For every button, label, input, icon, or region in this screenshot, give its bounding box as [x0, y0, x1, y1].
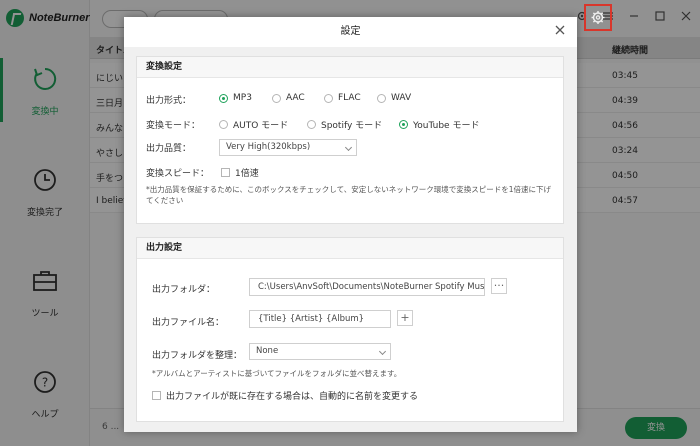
conversion-mode-label: 変換モード： — [146, 121, 201, 131]
output-settings-panel: 出力設定 出力フォルダ： C:\Users\AnvSoft\Documents\… — [136, 237, 564, 422]
radio-icon — [324, 93, 333, 103]
organize-folder-value: None — [256, 346, 279, 356]
output-folder-label: 出力フォルダ： — [152, 285, 216, 295]
conversion-settings-heading: 変換設定 — [137, 57, 563, 78]
format-option-label: WAV — [391, 93, 412, 103]
speed-option-label: 1倍速 — [235, 169, 259, 179]
format-flac-radio[interactable]: FLAC — [324, 93, 361, 103]
auto-rename-checkbox[interactable]: 出力ファイルが既に存在する場合は、自動的に名前を変更する — [152, 389, 418, 402]
mode-auto-radio[interactable]: AUTO モード — [219, 118, 288, 131]
radio-icon — [307, 120, 316, 129]
conversion-speed-label: 変換スピード： — [146, 169, 210, 179]
conversion-settings-panel: 変換設定 出力形式： MP3 AAC FLAC WAV 変換モード： AUTO … — [136, 56, 564, 224]
format-aac-radio[interactable]: AAC — [272, 93, 305, 103]
close-icon[interactable] — [553, 23, 567, 37]
browse-folder-button[interactable]: ··· — [491, 278, 507, 294]
checkbox-icon — [152, 391, 161, 400]
mode-spotify-radio[interactable]: Spotify モード — [307, 118, 382, 131]
format-option-label: AAC — [286, 93, 305, 103]
output-quality-label: 出力品質： — [146, 144, 192, 154]
radio-icon — [377, 93, 386, 103]
speed-1x-checkbox[interactable]: 1倍速 — [221, 166, 259, 179]
add-filename-tag-button[interactable]: + — [397, 310, 413, 326]
format-option-label: MP3 — [233, 93, 252, 103]
organize-folder-label: 出力フォルダを整理： — [152, 351, 243, 361]
settings-dialog: 設定 変換設定 出力形式： MP3 AAC FLAC WAV 変換モード： AU… — [124, 17, 577, 432]
radio-icon — [219, 120, 228, 129]
organize-note: *アルバムとアーティストに基づいてファイルをフォルダに並べ替えます。 — [152, 369, 402, 378]
output-folder-field[interactable]: C:\Users\AnvSoft\Documents\NoteBurner Sp… — [249, 278, 485, 296]
dialog-title: 設定 — [340, 26, 361, 37]
settings-gear-icon — [591, 11, 605, 24]
auto-rename-label: 出力ファイルが既に存在する場合は、自動的に名前を変更する — [166, 392, 419, 402]
chevron-down-icon — [344, 143, 353, 152]
chevron-down-icon — [378, 347, 387, 356]
speed-note: *出力品質を保証するために、このボックスをチェックして、安定しないネットワーク環… — [146, 185, 551, 205]
organize-folder-select[interactable]: None — [249, 343, 391, 360]
output-filename-label: 出力ファイル名： — [152, 318, 225, 328]
output-filename-field[interactable]: {Title} {Artist} {Album} — [249, 310, 391, 328]
radio-selected-icon — [399, 120, 408, 129]
format-option-label: FLAC — [338, 93, 361, 103]
radio-icon — [272, 93, 281, 103]
mode-option-label: Spotify モード — [321, 121, 383, 131]
mode-option-label: AUTO モード — [233, 121, 289, 131]
mode-youtube-radio[interactable]: YouTube モード — [399, 118, 479, 131]
format-wav-radio[interactable]: WAV — [377, 93, 411, 103]
output-settings-heading: 出力設定 — [137, 238, 563, 259]
format-mp3-radio[interactable]: MP3 — [219, 93, 252, 103]
mode-option-label: YouTube モード — [413, 121, 480, 131]
output-quality-value: Very High(320kbps) — [226, 142, 311, 152]
output-format-label: 出力形式： — [146, 96, 192, 106]
settings-button-highlight[interactable] — [584, 4, 612, 31]
output-quality-select[interactable]: Very High(320kbps) — [219, 139, 357, 156]
dialog-body: 変換設定 出力形式： MP3 AAC FLAC WAV 変換モード： AUTO … — [124, 47, 577, 432]
checkbox-icon — [221, 168, 230, 177]
radio-selected-icon — [219, 93, 228, 103]
